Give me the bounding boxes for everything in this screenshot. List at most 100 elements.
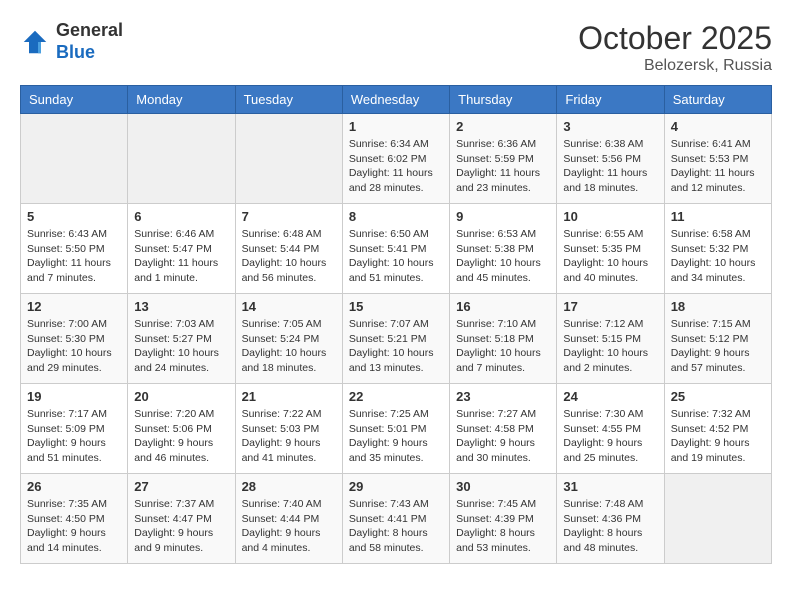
calendar-cell: 7Sunrise: 6:48 AM Sunset: 5:44 PM Daylig… [235, 204, 342, 294]
calendar-cell: 30Sunrise: 7:45 AM Sunset: 4:39 PM Dayli… [450, 474, 557, 564]
day-number: 25 [671, 389, 765, 404]
day-info: Sunrise: 7:25 AM Sunset: 5:01 PM Dayligh… [349, 407, 443, 466]
calendar-cell: 5 Sunrise: 6:43 AM Sunset: 5:50 PM Daylig… [21, 204, 128, 294]
day-number: 14 [242, 299, 336, 314]
calendar-cell: 10Sunrise: 6:55 AM Sunset: 5:35 PM Dayli… [557, 204, 664, 294]
calendar-cell: 19 Sunrise: 7:17 AM Sunset: 5:09 PM Dayli… [21, 384, 128, 474]
calendar-cell: 4 Sunrise: 6:41 AM Sunset: 5:53 PM Daylig… [664, 114, 771, 204]
day-info: Sunrise: 6:34 AM Sunset: 6:02 PM Dayligh… [349, 137, 443, 196]
calendar-cell: 24 Sunrise: 7:30 AM Sunset: 4:55 PM Dayli… [557, 384, 664, 474]
day-info: Sunrise: 7:48 AM Sunset: 4:36 PM Dayligh… [563, 497, 657, 556]
logo: General Blue [20, 20, 123, 63]
weekday-header-saturday: Saturday [664, 86, 771, 114]
calendar-cell: 20 Sunrise: 7:20 AM Sunset: 5:06 PM Dayli… [128, 384, 235, 474]
weekday-header-tuesday: Tuesday [235, 86, 342, 114]
calendar-cell [664, 474, 771, 564]
day-number: 21 [242, 389, 336, 404]
calendar-cell: 6 Sunrise: 6:46 AM Sunset: 5:47 PM Daylig… [128, 204, 235, 294]
day-number: 13 [134, 299, 228, 314]
calendar-cell [21, 114, 128, 204]
day-number: 11 [671, 209, 765, 224]
day-info: Sunrise: 7:43 AM Sunset: 4:41 PM Dayligh… [349, 497, 443, 556]
day-info: Sunrise: 7:40 AM Sunset: 4:44 PM Dayligh… [242, 497, 336, 556]
day-info: Sunrise: 6:38 AM Sunset: 5:56 PM Dayligh… [563, 137, 657, 196]
day-number: 3 [563, 119, 657, 134]
day-number: 16 [456, 299, 550, 314]
calendar-cell: 8 Sunrise: 6:50 AM Sunset: 5:41 PM Daylig… [342, 204, 449, 294]
weekday-header-friday: Friday [557, 86, 664, 114]
calendar-cell [235, 114, 342, 204]
day-number: 19 [27, 389, 121, 404]
day-number: 6 [134, 209, 228, 224]
calendar-cell: 11 Sunrise: 6:58 AM Sunset: 5:32 PM Dayli… [664, 204, 771, 294]
day-info: Sunrise: 6:53 AM Sunset: 5:38 PM Dayligh… [456, 227, 550, 286]
weekday-header-thursday: Thursday [450, 86, 557, 114]
calendar-cell: 29 Sunrise: 7:43 AM Sunset: 4:41 PM Dayli… [342, 474, 449, 564]
day-info: Sunrise: 6:58 AM Sunset: 5:32 PM Dayligh… [671, 227, 765, 286]
calendar-cell: 31 Sunrise: 7:48 AM Sunset: 4:36 PM Dayli… [557, 474, 664, 564]
calendar-cell: 22 Sunrise: 7:25 AM Sunset: 5:01 PM Dayli… [342, 384, 449, 474]
page-title: October 2025 [578, 20, 772, 57]
calendar-cell: 18Sunrise: 7:15 AM Sunset: 5:12 PM Dayli… [664, 294, 771, 384]
calendar-cell: 12Sunrise: 7:00 AM Sunset: 5:30 PM Dayli… [21, 294, 128, 384]
day-number: 26 [27, 479, 121, 494]
weekday-header-sunday: Sunday [21, 86, 128, 114]
logo-blue: Blue [56, 42, 95, 62]
day-number: 17 [563, 299, 657, 314]
calendar-cell: 9 Sunrise: 6:53 AM Sunset: 5:38 PM Daylig… [450, 204, 557, 294]
calendar-cell: 17 Sunrise: 7:12 AM Sunset: 5:15 PM Dayli… [557, 294, 664, 384]
day-info: Sunrise: 6:48 AM Sunset: 5:44 PM Dayligh… [242, 227, 336, 286]
calendar-cell: 16 Sunrise: 7:10 AM Sunset: 5:18 PM Dayli… [450, 294, 557, 384]
day-info: Sunrise: 7:07 AM Sunset: 5:21 PM Dayligh… [349, 317, 443, 376]
day-info: Sunrise: 6:41 AM Sunset: 5:53 PM Dayligh… [671, 137, 765, 196]
day-info: Sunrise: 7:05 AM Sunset: 5:24 PM Dayligh… [242, 317, 336, 376]
day-number: 2 [456, 119, 550, 134]
weekday-header-row: SundayMondayTuesdayWednesdayThursdayFrid… [21, 86, 772, 114]
day-number: 27 [134, 479, 228, 494]
day-number: 15 [349, 299, 443, 314]
calendar-week-row: 19 Sunrise: 7:17 AM Sunset: 5:09 PM Dayli… [21, 384, 772, 474]
logo-text: General Blue [56, 20, 123, 63]
day-number: 20 [134, 389, 228, 404]
day-info: Sunrise: 7:37 AM Sunset: 4:47 PM Dayligh… [134, 497, 228, 556]
day-number: 30 [456, 479, 550, 494]
day-info: Sunrise: 7:35 AM Sunset: 4:50 PM Dayligh… [27, 497, 121, 556]
day-info: Sunrise: 6:43 AM Sunset: 5:50 PM Dayligh… [27, 227, 121, 286]
calendar-cell: 1Sunrise: 6:34 AM Sunset: 6:02 PM Daylig… [342, 114, 449, 204]
day-info: Sunrise: 6:55 AM Sunset: 5:35 PM Dayligh… [563, 227, 657, 286]
day-info: Sunrise: 7:20 AM Sunset: 5:06 PM Dayligh… [134, 407, 228, 466]
title-block: October 2025 Belozersk, Russia [578, 20, 772, 75]
logo-general: General [56, 20, 123, 40]
calendar-cell: 27 Sunrise: 7:37 AM Sunset: 4:47 PM Dayli… [128, 474, 235, 564]
day-info: Sunrise: 7:10 AM Sunset: 5:18 PM Dayligh… [456, 317, 550, 376]
day-number: 31 [563, 479, 657, 494]
calendar-week-row: 12Sunrise: 7:00 AM Sunset: 5:30 PM Dayli… [21, 294, 772, 384]
day-number: 5 [27, 209, 121, 224]
day-number: 23 [456, 389, 550, 404]
page-header: General Blue October 2025 Belozersk, Rus… [20, 20, 772, 75]
day-info: Sunrise: 6:46 AM Sunset: 5:47 PM Dayligh… [134, 227, 228, 286]
day-number: 8 [349, 209, 443, 224]
calendar-cell: 25 Sunrise: 7:32 AM Sunset: 4:52 PM Dayli… [664, 384, 771, 474]
day-info: Sunrise: 7:32 AM Sunset: 4:52 PM Dayligh… [671, 407, 765, 466]
calendar-cell: 2Sunrise: 6:36 AM Sunset: 5:59 PM Daylig… [450, 114, 557, 204]
day-info: Sunrise: 7:03 AM Sunset: 5:27 PM Dayligh… [134, 317, 228, 376]
weekday-header-wednesday: Wednesday [342, 86, 449, 114]
day-number: 9 [456, 209, 550, 224]
day-info: Sunrise: 7:22 AM Sunset: 5:03 PM Dayligh… [242, 407, 336, 466]
day-info: Sunrise: 7:30 AM Sunset: 4:55 PM Dayligh… [563, 407, 657, 466]
calendar-cell: 14 Sunrise: 7:05 AM Sunset: 5:24 PM Dayli… [235, 294, 342, 384]
calendar-cell: 13 Sunrise: 7:03 AM Sunset: 5:27 PM Dayli… [128, 294, 235, 384]
day-info: Sunrise: 6:50 AM Sunset: 5:41 PM Dayligh… [349, 227, 443, 286]
day-info: Sunrise: 7:17 AM Sunset: 5:09 PM Dayligh… [27, 407, 121, 466]
day-number: 29 [349, 479, 443, 494]
day-number: 18 [671, 299, 765, 314]
calendar-week-row: 26 Sunrise: 7:35 AM Sunset: 4:50 PM Dayli… [21, 474, 772, 564]
day-number: 24 [563, 389, 657, 404]
day-number: 4 [671, 119, 765, 134]
calendar-cell: 26 Sunrise: 7:35 AM Sunset: 4:50 PM Dayli… [21, 474, 128, 564]
day-info: Sunrise: 7:27 AM Sunset: 4:58 PM Dayligh… [456, 407, 550, 466]
day-info: Sunrise: 7:12 AM Sunset: 5:15 PM Dayligh… [563, 317, 657, 376]
day-number: 22 [349, 389, 443, 404]
page-subtitle: Belozersk, Russia [578, 57, 772, 75]
